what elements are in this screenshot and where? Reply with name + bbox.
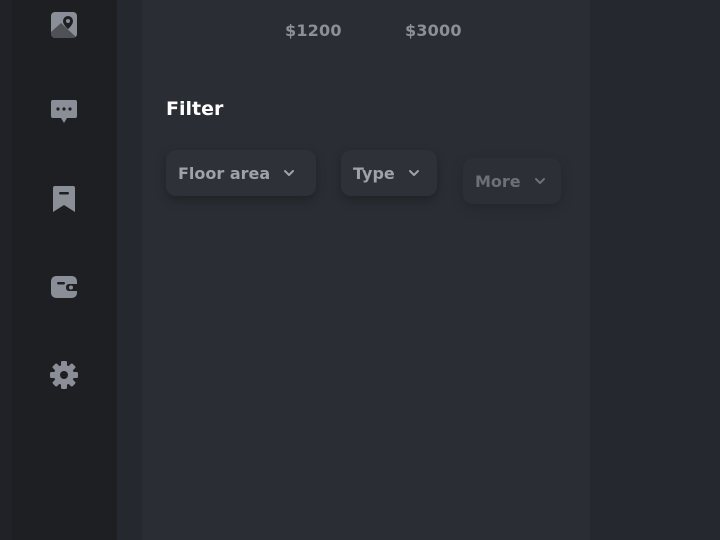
filter-heading: Filter	[166, 98, 224, 120]
bookmark-icon[interactable]	[49, 184, 79, 214]
map-image-icon[interactable]	[49, 10, 79, 40]
chevron-down-icon	[534, 178, 545, 184]
filter-panel	[142, 0, 590, 540]
more-dropdown[interactable]: More	[463, 158, 561, 204]
wallet-icon[interactable]	[49, 272, 79, 302]
chevron-down-icon	[284, 170, 295, 176]
price-max-label: $3000	[405, 21, 462, 40]
type-label: Type	[353, 163, 395, 183]
type-dropdown[interactable]: Type	[341, 150, 437, 196]
right-background	[590, 0, 720, 540]
window-left-edge	[0, 0, 12, 540]
floor-area-dropdown[interactable]: Floor area	[166, 150, 316, 196]
price-min-label: $1200	[285, 21, 342, 40]
floor-area-label: Floor area	[178, 163, 271, 183]
gear-icon[interactable]	[49, 360, 79, 390]
sidebar-gap	[117, 0, 142, 540]
more-label: More	[475, 171, 521, 191]
chevron-down-icon	[408, 170, 419, 176]
sidebar-nav	[12, 0, 117, 540]
chat-bubble-icon[interactable]	[49, 96, 79, 126]
